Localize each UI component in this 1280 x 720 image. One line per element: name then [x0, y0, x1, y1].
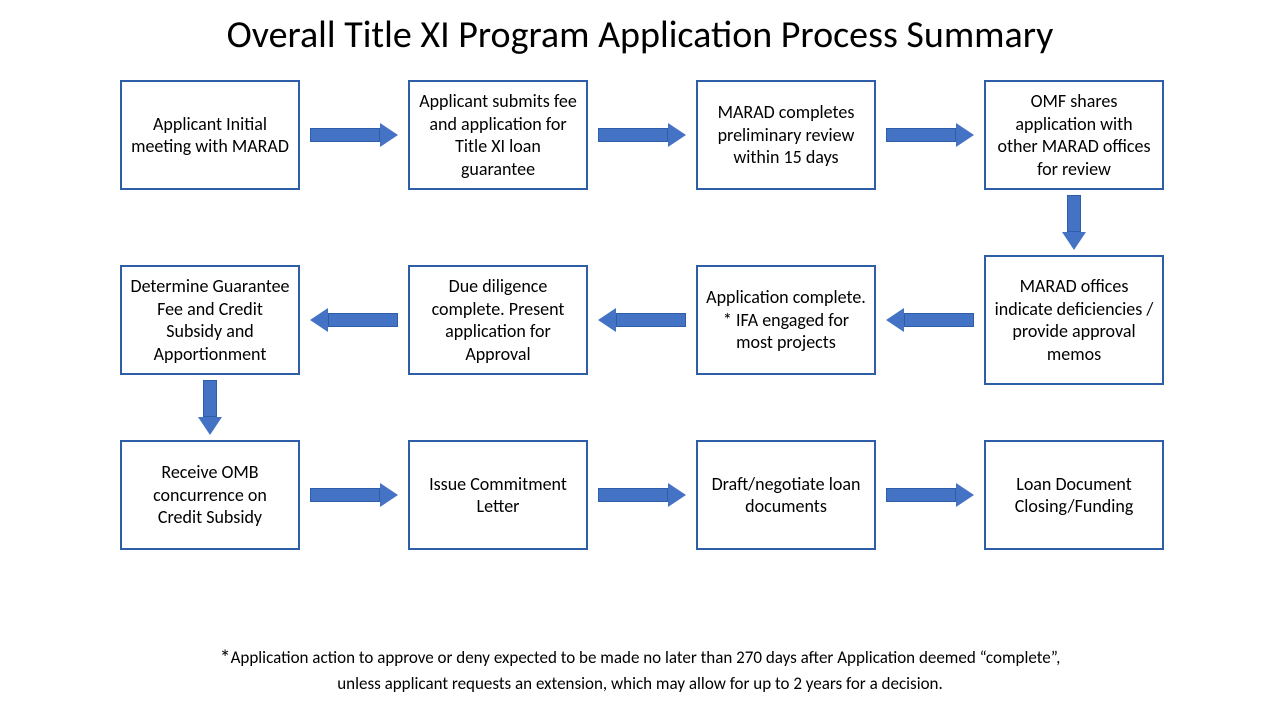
step-application-complete: Application complete. * IFA engaged for … [696, 265, 876, 375]
step-closing-funding: Loan Document Closing/Funding [984, 440, 1164, 550]
step-commitment-letter: Issue Commitment Letter [408, 440, 588, 550]
box-label: Due diligence complete. Present applicat… [418, 275, 578, 365]
arrow-left-icon [310, 308, 398, 332]
step-omf-shares: OMF shares application with other MARAD … [984, 80, 1164, 190]
step-offices-review: MARAD offices indicate deficiencies / pr… [984, 255, 1164, 385]
arrow-down-icon [198, 380, 222, 435]
box-label: Issue Commitment Letter [418, 473, 578, 518]
footnote-line-1: Application action to approve or deny ex… [231, 647, 1061, 668]
step-submit-application: Applicant submits fee and application fo… [408, 80, 588, 190]
box-label: Loan Document Closing/Funding [994, 473, 1154, 518]
step-initial-meeting: Applicant Initial meeting with MARAD [120, 80, 300, 190]
step-omb-concurrence: Receive OMB concurrence on Credit Subsid… [120, 440, 300, 550]
arrow-left-icon [598, 308, 686, 332]
arrow-down-icon [1062, 195, 1086, 250]
step-due-diligence: Due diligence complete. Present applicat… [408, 265, 588, 375]
footnote-line-2: unless applicant requests an extension, … [337, 673, 943, 694]
arrow-right-icon [310, 483, 398, 507]
step-determine-fee: Determine Guarantee Fee and Credit Subsi… [120, 265, 300, 375]
arrow-left-icon [886, 308, 974, 332]
step-draft-documents: Draft/negotiate loan documents [696, 440, 876, 550]
box-label: Determine Guarantee Fee and Credit Subsi… [130, 275, 290, 365]
arrow-right-icon [598, 483, 686, 507]
footnote: *Application action to approve or deny e… [0, 643, 1280, 696]
page-title: Overall Title XI Program Application Pro… [0, 0, 1280, 58]
box-label: Applicant Initial meeting with MARAD [130, 113, 290, 158]
box-label: MARAD completes preliminary review withi… [706, 101, 866, 169]
footnote-star: * [220, 644, 231, 671]
box-label: MARAD offices indicate deficiencies / pr… [994, 275, 1154, 365]
step-preliminary-review: MARAD completes preliminary review withi… [696, 80, 876, 190]
arrow-right-icon [886, 483, 974, 507]
box-label: Application complete. * IFA engaged for … [706, 286, 866, 354]
box-label: Applicant submits fee and application fo… [418, 90, 578, 180]
box-label: OMF shares application with other MARAD … [994, 90, 1154, 180]
arrow-right-icon [886, 123, 974, 147]
box-label: Receive OMB concurrence on Credit Subsid… [130, 461, 290, 529]
arrow-right-icon [310, 123, 398, 147]
box-label: Draft/negotiate loan documents [706, 473, 866, 518]
arrow-right-icon [598, 123, 686, 147]
